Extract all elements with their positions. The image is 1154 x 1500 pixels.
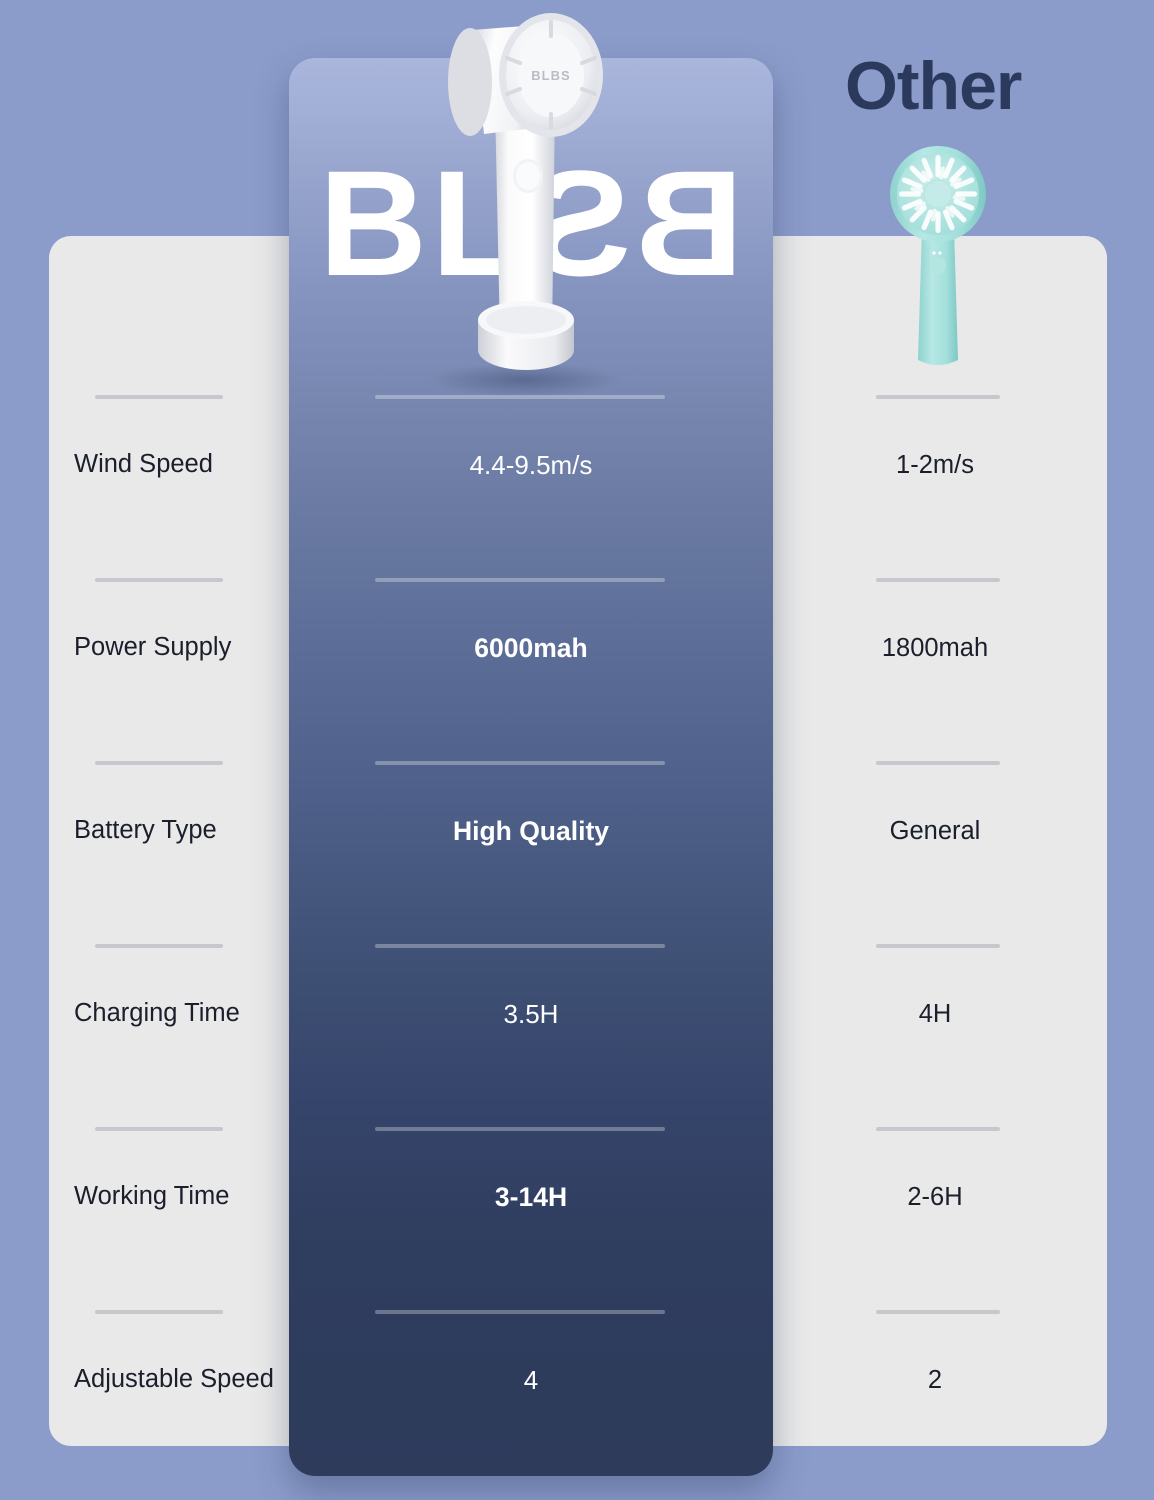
table-row: Working Time 3-14H 2-6H: [0, 1114, 1154, 1280]
row-brand-value: High Quality: [452, 815, 610, 846]
row-label: Adjustable Speed: [74, 1365, 274, 1394]
row-brand-value: 3-14H: [494, 1181, 568, 1212]
table-row: Adjustable Speed 4 2: [0, 1297, 1154, 1463]
comparison-rows: Wind Speed 4.4-9.5m/s 1-2m/s Power Supply 60…: [0, 0, 1154, 1500]
row-brand-value: 6000mah: [474, 632, 588, 663]
row-label: Charging Time: [74, 999, 240, 1028]
row-other-value: 1800mah: [881, 633, 989, 662]
row-other-value: 4H: [918, 999, 952, 1028]
row-label: Wind Speed: [74, 450, 213, 479]
row-label: Working Time: [74, 1182, 230, 1211]
row-brand-value: 4: [523, 1364, 539, 1395]
row-other-value: 2: [927, 1365, 943, 1394]
row-other-value: 1-2m/s: [896, 450, 974, 479]
table-row: Charging Time 3.5H 4H: [0, 931, 1154, 1097]
row-other-value: General: [889, 816, 981, 845]
row-brand-value: 4.4-9.5m/s: [469, 449, 593, 480]
table-row: Power Supply 6000mah 1800mah: [0, 565, 1154, 731]
row-label: Battery Type: [74, 816, 217, 845]
row-label: Power Supply: [74, 633, 232, 662]
row-brand-value: 3.5H: [503, 998, 559, 1029]
table-row: Wind Speed 4.4-9.5m/s 1-2m/s: [0, 382, 1154, 548]
row-other-value: 2-6H: [907, 1182, 963, 1211]
table-row: Battery Type High Quality General: [0, 748, 1154, 914]
